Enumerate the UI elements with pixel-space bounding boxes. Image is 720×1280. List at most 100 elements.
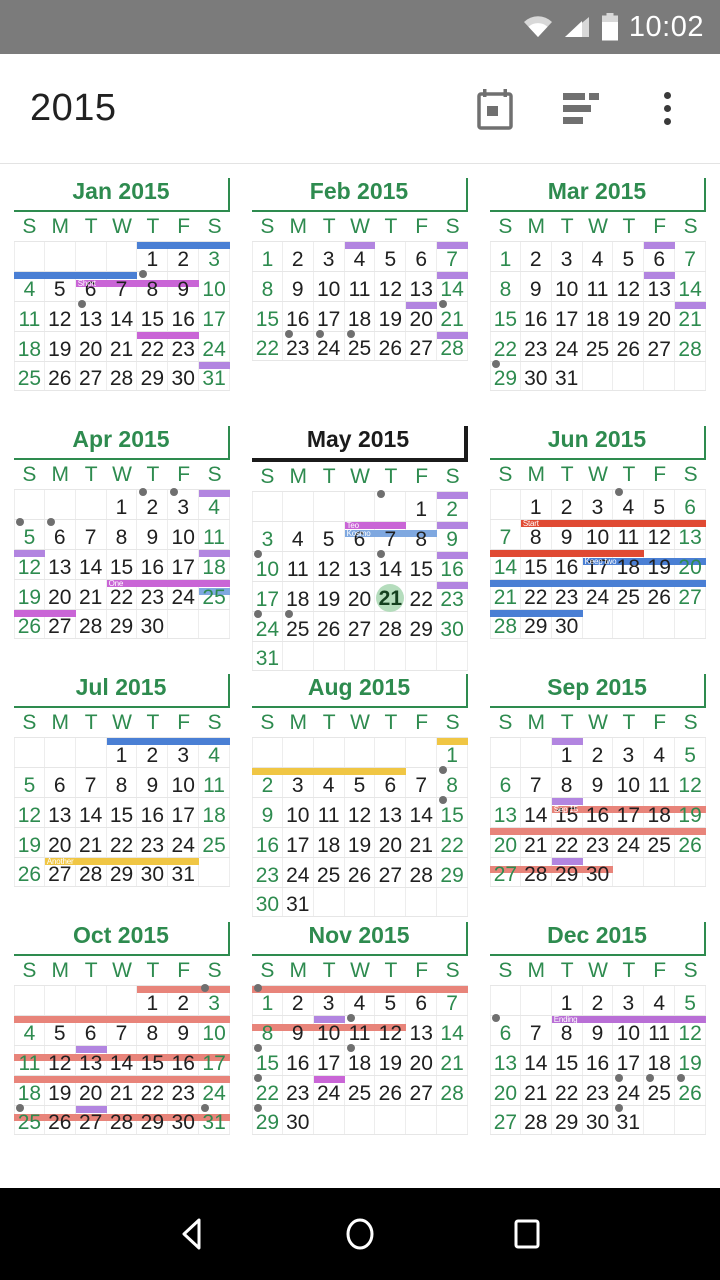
day-cell[interactable]: 3 xyxy=(613,738,645,767)
day-cell[interactable]: 28 xyxy=(675,332,706,361)
day-cell[interactable]: 0 xyxy=(345,1106,376,1134)
day-cell[interactable]: 20 xyxy=(345,582,376,611)
day-cell[interactable]: 28 xyxy=(107,1106,138,1134)
day-cell[interactable]: 5 xyxy=(675,986,706,1015)
day-cell[interactable]: 25 xyxy=(14,362,45,390)
home-button[interactable] xyxy=(330,1204,390,1264)
day-cell[interactable]: 0 xyxy=(314,888,345,916)
day-cell[interactable]: 0 xyxy=(375,888,407,916)
day-cell[interactable]: 29 xyxy=(406,612,438,641)
day-cell[interactable]: 2 xyxy=(283,242,314,271)
day-cell[interactable]: 26 xyxy=(45,1106,76,1134)
day-cell[interactable]: 9 xyxy=(521,272,552,301)
day-cell[interactable]: 0 xyxy=(76,490,107,519)
day-cell[interactable]: 10 xyxy=(283,798,314,827)
day-cell[interactable]: 0 xyxy=(45,738,76,767)
day-cell[interactable]: 19 xyxy=(613,302,645,331)
day-cell[interactable]: 13 xyxy=(45,798,76,827)
day-cell[interactable]: 27 xyxy=(406,332,438,360)
day-cell[interactable]: 12 xyxy=(45,302,76,331)
day-cell[interactable]: 28 xyxy=(437,332,468,360)
day-cell[interactable]: 0 xyxy=(107,986,138,1015)
day-cell[interactable]: 1 xyxy=(552,986,583,1015)
day-cell[interactable]: 24 xyxy=(552,332,583,361)
day-cell[interactable]: 17 xyxy=(168,798,200,827)
day-cell[interactable]: 17 xyxy=(252,582,283,611)
day-cell[interactable]: 22 xyxy=(107,828,138,857)
day-cell[interactable]: 19 xyxy=(375,1046,407,1075)
day-cell[interactable]: 23 xyxy=(521,332,552,361)
day-cell[interactable]: 13 xyxy=(490,798,521,827)
day-cell[interactable]: 16 xyxy=(137,798,169,827)
day-cell[interactable]: 0 xyxy=(314,642,345,670)
day-cell[interactable]: 17 xyxy=(199,1046,230,1075)
day-cell[interactable]: 5 xyxy=(613,242,645,271)
day-cell[interactable]: 0 xyxy=(314,492,345,521)
day-cell[interactable]: 26 xyxy=(14,858,45,886)
day-cell[interactable]: 0 xyxy=(283,738,314,767)
day-cell[interactable]: 17 xyxy=(314,1046,345,1075)
day-cell[interactable]: 25 xyxy=(583,332,614,361)
day-cell[interactable]: 0 xyxy=(437,888,468,916)
today-calendar-icon[interactable] xyxy=(472,86,518,132)
day-cell[interactable]: 12 xyxy=(375,1016,407,1045)
day-cell[interactable]: 14 xyxy=(521,1046,552,1075)
day-cell[interactable]: 1 xyxy=(406,492,438,521)
day-cell[interactable]: 18 xyxy=(644,1046,676,1075)
day-cell[interactable]: 19 xyxy=(675,1046,706,1075)
day-cell[interactable]: 26 xyxy=(375,1076,407,1105)
day-cell[interactable]: 0 xyxy=(107,242,138,271)
day-cell[interactable]: 25 xyxy=(314,858,345,887)
day-cell[interactable]: 21 xyxy=(406,828,438,857)
month-aug[interactable]: Aug 2015SMTWTFS0000001234567891011121314… xyxy=(244,674,476,922)
day-cell[interactable]: 9 xyxy=(583,768,614,797)
day-cell[interactable]: 16 xyxy=(168,1046,200,1075)
day-cell[interactable]: 15 xyxy=(137,1046,169,1075)
day-cell[interactable]: 31 xyxy=(552,362,583,390)
day-cell[interactable]: 6 xyxy=(675,490,706,519)
month-dec[interactable]: Dec 2015SMTWTFS00123456789101112Ending13… xyxy=(482,922,714,1170)
day-cell[interactable]: 13 xyxy=(406,1016,438,1045)
day-cell[interactable]: 0 xyxy=(490,986,521,1015)
day-cell[interactable]: 0 xyxy=(406,1106,438,1134)
day-cell[interactable]: 3 xyxy=(613,986,645,1015)
day-cell[interactable]: 14 xyxy=(675,272,706,301)
day-cell[interactable]: 21 xyxy=(437,1046,468,1075)
day-cell[interactable]: 18 xyxy=(314,828,345,857)
day-cell[interactable]: 8 xyxy=(252,272,283,301)
day-cell[interactable]: 0 xyxy=(199,858,230,886)
day-cell[interactable]: 24 xyxy=(199,332,230,361)
day-cell[interactable]: 11 xyxy=(644,768,676,797)
day-cell[interactable]: 0 xyxy=(76,242,107,271)
day-cell[interactable]: 24 xyxy=(283,858,314,887)
day-cell[interactable]: 0 xyxy=(283,492,314,521)
day-cell[interactable]: 0 xyxy=(45,490,76,519)
day-cell[interactable]: 26 xyxy=(314,612,345,641)
day-cell[interactable]: 11 xyxy=(199,768,230,797)
day-cell[interactable]: 0 xyxy=(406,888,438,916)
day-cell[interactable]: 10 xyxy=(168,520,200,549)
day-cell[interactable]: 21 xyxy=(521,1076,552,1105)
day-cell[interactable]: 3 xyxy=(583,490,614,519)
day-cell[interactable]: 12 xyxy=(613,272,645,301)
day-cell[interactable]: 7 xyxy=(76,768,107,797)
day-cell[interactable]: 13 xyxy=(406,272,438,301)
day-cell[interactable]: 2 xyxy=(583,986,614,1015)
day-cell[interactable]: 11 xyxy=(14,1046,45,1075)
day-cell[interactable]: 0 xyxy=(314,738,345,767)
year-calendar-scroll[interactable]: Jan 2015SMTWTFS000012345678910Short11121… xyxy=(0,164,720,1188)
day-cell[interactable]: 13 xyxy=(45,550,76,579)
day-cell[interactable]: 15 xyxy=(552,1046,583,1075)
day-cell[interactable]: 16 xyxy=(168,302,200,331)
day-cell[interactable]: 0 xyxy=(490,738,521,767)
day-cell[interactable]: 0 xyxy=(644,362,676,390)
day-cell[interactable]: 0 xyxy=(644,610,676,638)
month-apr[interactable]: Apr 2015SMTWTFS0001234567891011121314151… xyxy=(6,426,238,674)
day-cell[interactable]: 28 xyxy=(76,610,107,638)
month-mar[interactable]: Mar 2015 S M T W T F S 1 2 3 4 5 6 7 8 9 10 11 12 13 14 15 16 17… xyxy=(482,178,714,426)
day-cell[interactable]: 8 xyxy=(107,768,138,797)
day-cell[interactable]: 14 xyxy=(107,302,138,331)
day-cell[interactable]: 0 xyxy=(375,1106,407,1134)
day-cell[interactable]: 0 xyxy=(375,738,407,767)
day-cell[interactable]: 9 xyxy=(137,768,169,797)
